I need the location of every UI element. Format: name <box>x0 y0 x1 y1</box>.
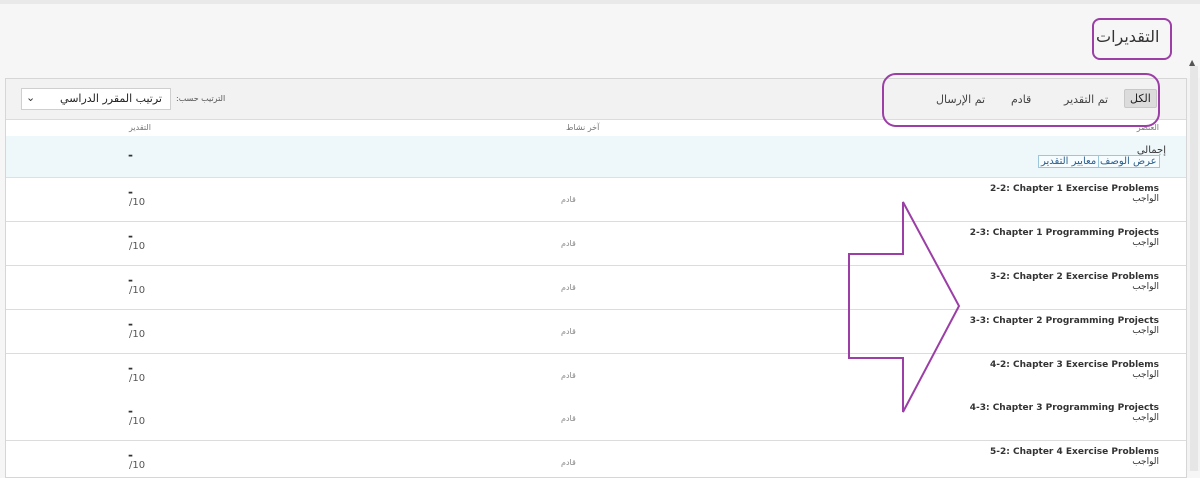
column-header-last-activity[interactable]: آخر نشاط <box>566 123 599 132</box>
assignment-type: الواجب <box>1132 326 1159 336</box>
assignment-status: قادم <box>561 414 576 423</box>
assignment-max-points: /10 <box>129 241 146 252</box>
assignment-type: الواجب <box>1132 370 1159 380</box>
assignment-status: قادم <box>561 371 576 380</box>
assignment-type: الواجب <box>1132 194 1159 204</box>
assignment-max-points: /10 <box>129 197 146 208</box>
assignment-title[interactable]: 3-2: Chapter 2 Exercise Problems <box>990 272 1159 282</box>
assignment-title[interactable]: 3-3: Chapter 2 Programming Projects <box>970 316 1159 326</box>
assignment-title[interactable]: 5-2: Chapter 4 Exercise Problems <box>990 447 1159 457</box>
table-row[interactable]: 4-3: Chapter 3 Programming Projects الوا… <box>6 397 1186 441</box>
top-bar <box>0 0 1200 4</box>
assignment-title[interactable]: 2-2: Chapter 1 Exercise Problems <box>990 184 1159 194</box>
view-description-link[interactable]: عرض الوصف <box>1097 155 1160 168</box>
assignment-title[interactable]: 4-3: Chapter 3 Programming Projects <box>970 403 1159 413</box>
sort-select-value: ترتيب المقرر الدراسي <box>60 92 162 105</box>
assignment-max-points: /10 <box>129 329 146 340</box>
table-row[interactable]: 3-3: Chapter 2 Programming Projects الوا… <box>6 310 1186 354</box>
assignment-title[interactable]: 4-2: Chapter 3 Exercise Problems <box>990 360 1159 370</box>
assignment-status: قادم <box>561 327 576 336</box>
assignment-max-points: /10 <box>129 285 146 296</box>
grades-panel: ترتيب المقرر الدراسي ⌄ الترتيب حسب: الكل… <box>5 78 1187 478</box>
assignment-type: الواجب <box>1132 282 1159 292</box>
table-row[interactable]: 2-3: Chapter 1 Programming Projects الوا… <box>6 222 1186 266</box>
scrollbar-thumb[interactable] <box>1190 66 1198 471</box>
summary-grade: - <box>128 148 133 162</box>
assignment-type: الواجب <box>1132 457 1159 467</box>
assignment-type: الواجب <box>1132 238 1159 248</box>
sort-label: الترتيب حسب: <box>176 94 226 103</box>
assignment-max-points: /10 <box>129 373 146 384</box>
assignment-status: قادم <box>561 283 576 292</box>
annotation-box-title <box>1092 18 1172 60</box>
assignment-status: قادم <box>561 458 576 467</box>
sort-select[interactable]: ترتيب المقرر الدراسي ⌄ <box>21 88 171 110</box>
assignment-title[interactable]: 2-3: Chapter 1 Programming Projects <box>970 228 1159 238</box>
column-header-grade[interactable]: التقدير <box>129 123 151 132</box>
assignment-max-points: /10 <box>129 460 146 471</box>
table-row[interactable]: 2-2: Chapter 1 Exercise Problems الواجب … <box>6 178 1186 222</box>
assignment-max-points: /10 <box>129 416 146 427</box>
annotation-arrow-icon <box>848 201 961 413</box>
annotation-box-filters <box>882 73 1160 127</box>
summary-row: إجمالي عرض الوصف معايير التقدير - <box>6 136 1186 178</box>
assignment-status: قادم <box>561 239 576 248</box>
chevron-down-icon: ⌄ <box>26 91 36 104</box>
table-row[interactable]: 4-2: Chapter 3 Exercise Problems الواجب … <box>6 354 1186 398</box>
scroll-up-icon[interactable]: ▲ <box>1189 58 1195 67</box>
grading-criteria-link[interactable]: معايير التقدير <box>1038 155 1100 168</box>
assignment-status: قادم <box>561 195 576 204</box>
table-row[interactable]: 5-2: Chapter 4 Exercise Problems الواجب … <box>6 441 1186 477</box>
table-row[interactable]: 3-2: Chapter 2 Exercise Problems الواجب … <box>6 266 1186 310</box>
assignment-type: الواجب <box>1132 413 1159 423</box>
